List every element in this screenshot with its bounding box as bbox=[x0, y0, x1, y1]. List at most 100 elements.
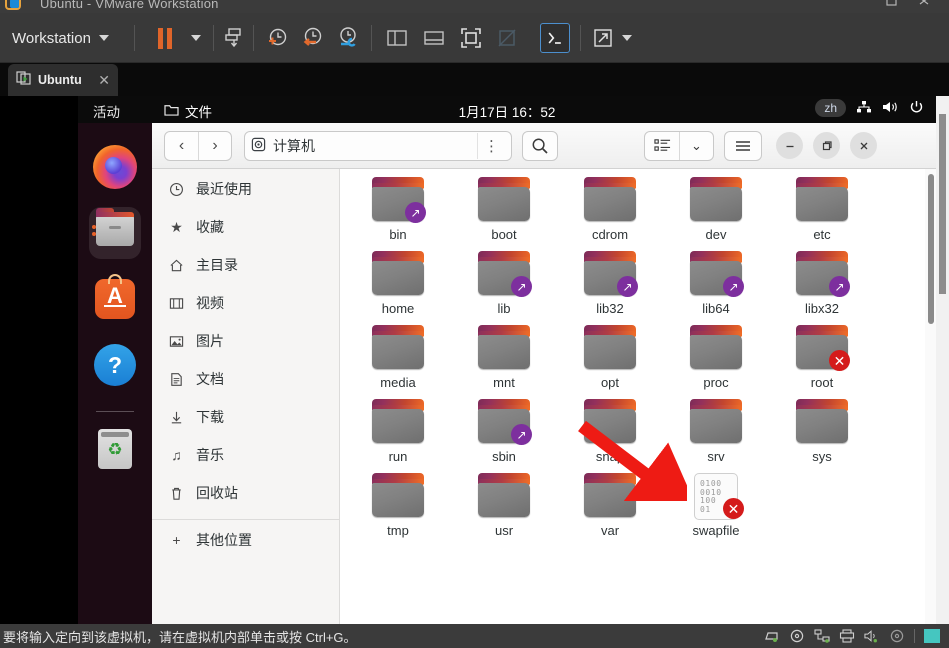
sidebar-item-recent[interactable]: 最近使用 bbox=[162, 175, 330, 203]
files-content-scrollbar[interactable] bbox=[925, 169, 936, 624]
file-icon bbox=[476, 177, 532, 224]
snapshot-manager-button[interactable] bbox=[220, 24, 248, 52]
folder-icon bbox=[688, 325, 744, 372]
activities-button[interactable]: 活动 bbox=[93, 101, 120, 121]
file-item-lib32[interactable]: ↗ lib32 bbox=[562, 251, 658, 316]
file-item-cdrom[interactable]: cdrom bbox=[562, 177, 658, 242]
floppy-icon[interactable] bbox=[889, 629, 905, 643]
list-view-icon bbox=[653, 139, 670, 151]
power-dropdown[interactable] bbox=[186, 24, 206, 52]
back-button[interactable]: ‹ bbox=[165, 132, 198, 160]
vm-tab-ubuntu[interactable]: Ubuntu ✕ bbox=[8, 64, 118, 96]
file-item-dev[interactable]: dev bbox=[668, 177, 764, 242]
file-item-home[interactable]: home bbox=[350, 251, 446, 316]
clock[interactable]: 1月17日 16：52 bbox=[459, 101, 556, 121]
file-item-label: lib32 bbox=[596, 301, 624, 316]
search-button[interactable] bbox=[522, 130, 558, 161]
suspend-button[interactable] bbox=[148, 24, 182, 52]
dock-item-firefox[interactable] bbox=[89, 141, 141, 193]
cd-drive-icon[interactable] bbox=[789, 629, 805, 643]
guest-scrollbar[interactable] bbox=[936, 96, 949, 624]
file-item-run[interactable]: run bbox=[350, 399, 446, 464]
sidebar-item-downloads[interactable]: 下载 bbox=[162, 403, 330, 431]
status-indicators[interactable]: zh bbox=[815, 99, 924, 117]
file-item-sys[interactable]: sys bbox=[774, 399, 870, 464]
fullscreen-button[interactable] bbox=[457, 24, 485, 52]
sidebar-item-videos[interactable]: 视频 bbox=[162, 289, 330, 317]
file-item-var[interactable]: var bbox=[562, 473, 658, 538]
sidebar-item-pictures[interactable]: 图片 bbox=[162, 327, 330, 355]
maximize-button[interactable] bbox=[813, 132, 840, 159]
forward-button[interactable]: › bbox=[198, 131, 231, 160]
view-dropdown[interactable] bbox=[617, 24, 637, 52]
file-item-lib[interactable]: ↗ lib bbox=[456, 251, 552, 316]
vm-tab-close-icon[interactable]: ✕ bbox=[98, 72, 110, 89]
stretch-view-button[interactable] bbox=[589, 24, 617, 52]
network-adapter-icon[interactable] bbox=[814, 629, 830, 643]
sidebar-item-starred[interactable]: ★ 收藏 bbox=[162, 213, 330, 241]
console-view-button[interactable] bbox=[540, 23, 570, 53]
file-item-usr[interactable]: usr bbox=[456, 473, 552, 538]
device-status-icons bbox=[764, 629, 949, 643]
revert-snapshot-button[interactable] bbox=[298, 24, 326, 52]
sidebar-item-label: 其他位置 bbox=[196, 532, 252, 548]
file-item-boot[interactable]: boot bbox=[456, 177, 552, 242]
file-item-tmp[interactable]: tmp bbox=[350, 473, 446, 538]
close-button[interactable] bbox=[850, 132, 877, 159]
file-item-snap[interactable]: snap bbox=[562, 399, 658, 464]
file-item-label: srv bbox=[707, 449, 725, 464]
view-options-dropdown[interactable]: ⌄ bbox=[679, 131, 713, 160]
file-item-media[interactable]: media bbox=[350, 325, 446, 390]
file-item-root[interactable]: ✕ root bbox=[774, 325, 870, 390]
file-item-srv[interactable]: srv bbox=[668, 399, 764, 464]
file-item-bin[interactable]: ↗ bin bbox=[350, 177, 446, 242]
search-icon bbox=[532, 138, 548, 154]
workstation-menu-button[interactable]: Workstation bbox=[12, 26, 109, 50]
vm-indicator-block[interactable] bbox=[924, 629, 940, 643]
restore-button[interactable] bbox=[883, 0, 901, 8]
hard-disk-icon[interactable] bbox=[764, 629, 780, 643]
list-view-button[interactable] bbox=[645, 132, 679, 160]
file-item-label: etc bbox=[813, 227, 831, 242]
sidebar-item-other-locations[interactable]: + 其他位置 bbox=[162, 526, 330, 554]
sidebar-item-music[interactable]: ♫ 音乐 bbox=[162, 441, 330, 469]
dock-item-software[interactable]: A bbox=[89, 273, 141, 325]
path-bar[interactable]: 计算机 ⋮ bbox=[244, 130, 512, 161]
active-app-menu[interactable]: 文件 bbox=[164, 101, 212, 121]
file-item-swapfile[interactable]: 0100 0010 100 01 ✕ swapfile bbox=[668, 473, 764, 538]
close-button[interactable] bbox=[915, 0, 933, 8]
sound-card-icon[interactable] bbox=[864, 629, 880, 643]
show-sidebar-button[interactable] bbox=[383, 24, 411, 52]
file-item-sbin[interactable]: ↗ sbin bbox=[456, 399, 552, 464]
sidebar-item-documents[interactable]: 文档 bbox=[162, 365, 330, 393]
path-options-button[interactable]: ⋮ bbox=[477, 132, 505, 159]
dock-item-help[interactable]: ? bbox=[89, 339, 141, 391]
file-icon bbox=[370, 473, 426, 520]
dock-item-trash[interactable]: ♻ bbox=[89, 423, 141, 475]
file-item-mnt[interactable]: mnt bbox=[456, 325, 552, 390]
folder-icon bbox=[794, 399, 850, 446]
vmware-status-bar: 要将输入定向到该虚拟机，请在虚拟机内部单击或按 Ctrl+G。 bbox=[0, 624, 949, 648]
file-icon bbox=[688, 399, 744, 446]
file-icon bbox=[582, 399, 638, 446]
main-menu-button[interactable] bbox=[724, 130, 762, 161]
dock-item-files[interactable] bbox=[89, 207, 141, 259]
unity-mode-button[interactable] bbox=[493, 24, 521, 52]
plus-icon: + bbox=[172, 532, 181, 548]
keyboard-layout-indicator[interactable]: zh bbox=[815, 99, 846, 117]
file-item-opt[interactable]: opt bbox=[562, 325, 658, 390]
sidebar-item-label: 视频 bbox=[196, 295, 224, 311]
chevron-down-icon bbox=[191, 35, 201, 41]
computer-icon bbox=[251, 137, 266, 155]
manage-snapshots-button[interactable] bbox=[334, 24, 362, 52]
file-item-proc[interactable]: proc bbox=[668, 325, 764, 390]
take-snapshot-button[interactable] bbox=[262, 24, 290, 52]
sidebar-item-home[interactable]: 主目录 bbox=[162, 251, 330, 279]
file-item-etc[interactable]: etc bbox=[774, 177, 870, 242]
minimize-button[interactable] bbox=[776, 132, 803, 159]
file-item-libx32[interactable]: ↗ libx32 bbox=[774, 251, 870, 316]
sidebar-item-trash[interactable]: 回收站 bbox=[162, 479, 330, 507]
printer-icon[interactable] bbox=[839, 629, 855, 643]
show-bottom-panel-button[interactable] bbox=[420, 24, 448, 52]
file-item-lib64[interactable]: ↗ lib64 bbox=[668, 251, 764, 316]
